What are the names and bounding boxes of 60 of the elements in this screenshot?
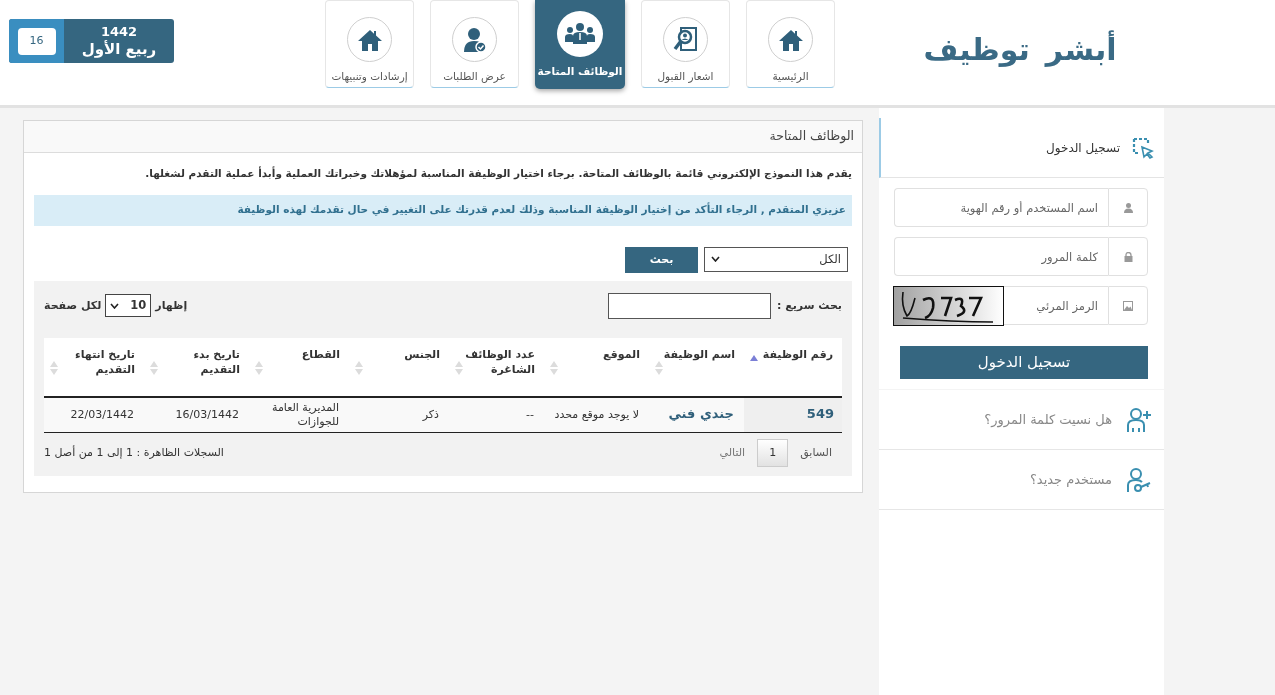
logo-word: توظيف	[923, 31, 1030, 69]
column-header[interactable]: اسم الوظيفة	[663, 347, 735, 376]
magnifier-document-icon	[672, 25, 699, 54]
home-icon	[356, 27, 383, 52]
table-cell: --	[526, 407, 534, 423]
column-header[interactable]: القطاع	[301, 347, 340, 376]
hijri-day: 16	[17, 27, 56, 55]
table-cell: 22/03/1442	[70, 407, 134, 423]
user-key-icon	[1126, 466, 1152, 493]
login-title: تسجيل الدخول	[1046, 139, 1120, 157]
user-icon	[1123, 202, 1133, 213]
page-button[interactable]: 1	[757, 439, 789, 468]
table-cell: لا يوجد موقع محدد	[554, 407, 639, 423]
hijri-year: 1442	[100, 23, 138, 40]
logo-word: أبشر	[1045, 29, 1117, 69]
sidebar-link[interactable]: هل نسيت كلمة المرور؟	[879, 390, 1164, 450]
nav-tile[interactable]: عرض الطلبات	[430, 0, 519, 88]
lock-icon	[1123, 251, 1133, 262]
previous-link[interactable]: السابق	[800, 444, 832, 462]
nav-tile[interactable]: الوظائف المتاحة	[535, 0, 625, 89]
table-cell-text: المديرية العامة للجوازات	[271, 400, 339, 430]
table-cell: 16/03/1442	[175, 407, 239, 423]
records-summary: السجلات الظاهرة : 1 إلى 1 من أصل 1	[44, 444, 224, 461]
table-cell: ذكر	[422, 407, 439, 423]
team-icon	[564, 22, 596, 46]
nav-tile[interactable]: الرئيسية	[746, 0, 835, 88]
user-plus-icon	[1126, 406, 1152, 433]
login-button[interactable]: تسجيل الدخول	[900, 346, 1148, 379]
column-header[interactable]: تاريخ انتهاء التقديم	[58, 347, 135, 378]
quick-search-field[interactable]	[607, 292, 771, 319]
nav-tile[interactable]: إرشادات وتنبيهات	[325, 0, 414, 88]
column-header[interactable]: عدد الوظائف الشاغرة	[463, 347, 535, 378]
quick-search-label: بحث سريع :	[776, 297, 842, 314]
next-link[interactable]: التالي	[719, 444, 746, 462]
input-field[interactable]: كلمة المرور	[894, 237, 1108, 276]
page-size-select[interactable]: 10	[105, 294, 152, 318]
show-label: إظهار	[155, 297, 188, 314]
image-icon	[1123, 300, 1133, 311]
table-cell: جندي فني	[668, 405, 734, 422]
column-header[interactable]: الجنس	[404, 347, 440, 376]
sidebar-link[interactable]: مستخدم جديد؟	[879, 450, 1164, 510]
input-field[interactable]: الرمز المرئي	[1004, 286, 1108, 325]
filter-select[interactable]: الكل	[704, 246, 848, 272]
nav-tile[interactable]: اشعار القبول	[641, 0, 730, 88]
panel-title: الوظائف المتاحة	[769, 127, 854, 146]
notice-text: عزيزي المتقدم , الرجاء التأكد من إختيار الوظيفة المناسبة وذلك لعدم قدرتك على التغيير في حال تقدمك لهذه الوظيفة	[237, 202, 846, 218]
cursor-selection-icon	[1132, 136, 1154, 159]
column-header[interactable]: تاريخ بدء التقديم	[158, 347, 240, 378]
column-header[interactable]: رقم الوظيفة	[762, 347, 833, 363]
per-page-label: لكل صفحة	[44, 297, 102, 314]
hijri-month: ربيع الأول	[81, 39, 157, 59]
chevron-down-icon	[110, 302, 120, 309]
input-field[interactable]: اسم المستخدم أو رقم الهوية	[894, 188, 1108, 227]
user-check-icon	[462, 26, 487, 53]
intro-text: يقدم هذا النموذج الإلكتروني قائمة بالوظائف المتاحة. برجاء اختيار الوظيفة المناسبة لمؤهلاتك وخبراتك العملية وأبدأ عملية التقدم لشغلها.	[144, 166, 852, 182]
column-header[interactable]: الموقع	[603, 347, 640, 376]
home-icon	[777, 27, 804, 52]
table-cell: 549	[806, 405, 834, 422]
search-button[interactable]: بحث	[625, 246, 698, 273]
chevron-down-icon	[711, 256, 720, 263]
